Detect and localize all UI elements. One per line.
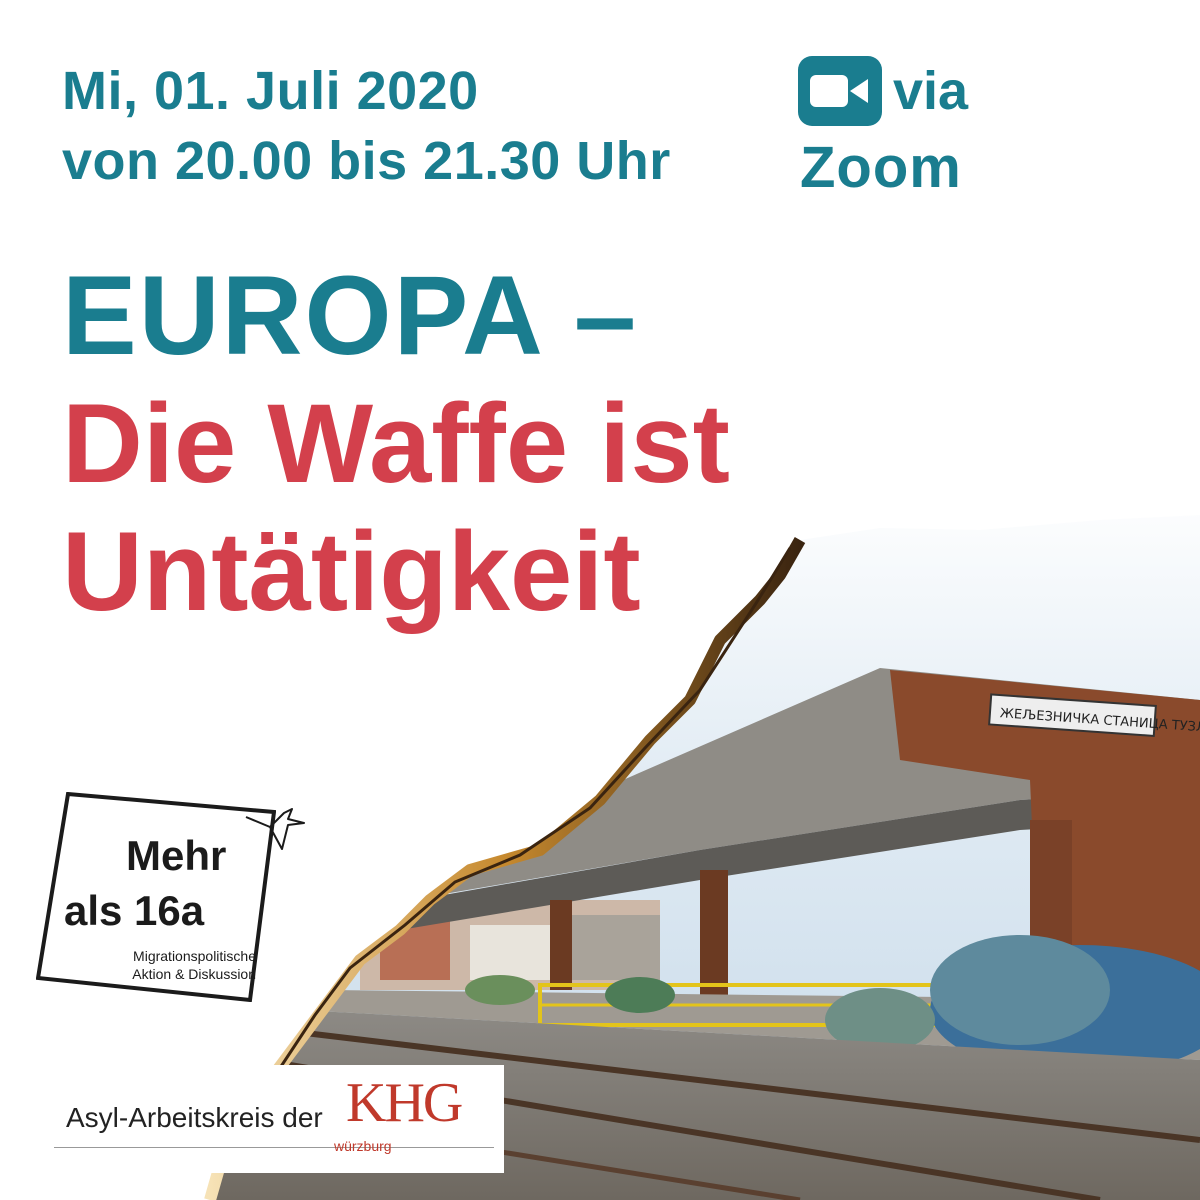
logo-16a-line-2: als 16a — [64, 887, 205, 934]
video-camera-icon — [798, 56, 882, 126]
khg-logo-city: würzburg — [334, 1138, 392, 1154]
khg-logo-rule — [54, 1147, 494, 1148]
khg-logo-mark: KHG — [346, 1072, 463, 1134]
event-poster: ЖЕЉЕЗНИЧКА СТАНИЦА ТУЗЛА Mi, 01. Juli 20… — [0, 0, 1200, 1200]
zoom-label: Zoom — [800, 135, 962, 200]
logo-16a-line-1: Mehr — [126, 832, 227, 879]
event-time: von 20.00 bis 21.30 Uhr — [62, 131, 671, 191]
event-date: Mi, 01. Juli 2020 — [62, 61, 479, 121]
mehr-als-16a-logo: Mehr als 16a Migrationspolitische Aktion… — [36, 792, 276, 1002]
title-line-2: Die Waffe ist — [62, 381, 730, 506]
via-label: via — [893, 61, 969, 121]
event-title: EUROPA – Die Waffe ist Untätigkeit — [62, 252, 730, 636]
title-line-3: Untätigkeit — [62, 509, 641, 634]
logo-16a-sub-2: Aktion & Diskussion — [132, 966, 256, 982]
event-datetime: Mi, 01. Juli 2020 von 20.00 bis 21.30 Uh… — [62, 56, 671, 196]
khg-logo: Asyl-Arbeitskreis der KHG würzburg — [36, 1065, 504, 1173]
logo-16a-sub-1: Migrationspolitische — [133, 948, 256, 964]
logo-16a-subtitle: Migrationspolitische Aktion & Diskussion — [91, 947, 256, 983]
khg-logo-text: Asyl-Arbeitskreis der — [66, 1102, 323, 1133]
zoom-info: via Zoom — [798, 56, 998, 206]
title-line-1: EUROPA – — [62, 253, 639, 378]
origami-bird-icon — [245, 808, 305, 850]
